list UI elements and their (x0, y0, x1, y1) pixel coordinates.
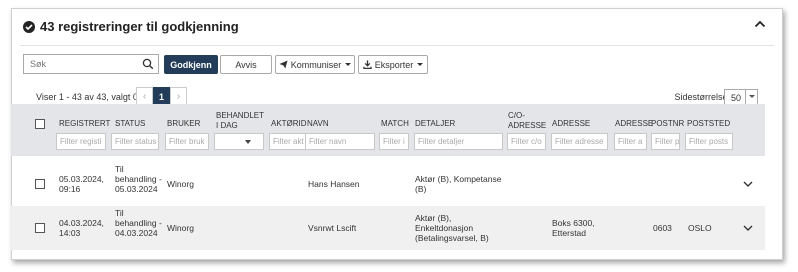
row-checkbox[interactable] (35, 179, 45, 189)
page-size-select[interactable]: 50 (724, 89, 758, 105)
col-co-adresse[interactable]: C/O-ADRESSE (508, 111, 546, 131)
cell-adresse: Boks 6300, Etterstad (552, 218, 595, 238)
col-aktorid[interactable]: AKTØRID (271, 119, 307, 129)
col-registrert[interactable]: REGISTRERT ↓ (59, 119, 119, 129)
filter-detaljer[interactable]: Filter detaljer (414, 133, 503, 150)
caret-down-icon (749, 95, 755, 98)
filter-aktorid[interactable]: Filter akt (269, 133, 309, 150)
search-box[interactable] (23, 54, 159, 74)
chevron-down-icon[interactable] (743, 224, 753, 232)
cell-navn: Hans Hansen (308, 179, 360, 189)
filter-status[interactable]: Filter status (111, 133, 159, 150)
cell-poststed: OSLO (688, 223, 712, 233)
dropdown-toggle[interactable] (745, 90, 757, 104)
col-navn[interactable]: NAVN (307, 119, 329, 129)
filter-co-adresse[interactable]: Filter c/o (507, 133, 546, 150)
caret-down-icon (417, 63, 424, 66)
cell-status: Til behandling - 05.03.2024 (115, 164, 162, 194)
col-status[interactable]: STATUS (115, 119, 145, 129)
check-circle-icon (23, 21, 35, 33)
filter-adresse[interactable]: Filter adresse (551, 133, 608, 150)
cell-navn: Vsnrwt Lscift (308, 223, 357, 233)
col-bruker[interactable]: BRUKER (167, 119, 200, 129)
paper-plane-icon (279, 60, 288, 69)
panel-title: 43 registreringer til godkjenning (40, 19, 239, 34)
filter-navn[interactable]: Filter navn (305, 133, 375, 150)
filter-registrert[interactable]: Filter registi (56, 133, 106, 150)
col-adresse-2[interactable]: ADRESSE (615, 119, 653, 129)
cell-postnr: 0603 (653, 223, 672, 233)
communicate-button[interactable]: Kommuniser (275, 55, 355, 74)
page-size-label: Sidestørrelse: (674, 92, 730, 102)
cell-registrert: 04.03.2024, 14:03 (59, 218, 104, 238)
col-postnr[interactable]: POSTNR (651, 119, 684, 129)
chevron-down-icon[interactable] (743, 180, 753, 188)
caret-down-icon (245, 140, 251, 144)
filter-poststed[interactable]: Filter posts (685, 133, 733, 150)
table-header: REGISTRERT ↓ STATUS BRUKER BEHANDLET I D… (11, 104, 765, 156)
cell-status: Til behandling - 04.03.2024 (115, 208, 162, 238)
toolbar: Godkjenn Avvis Kommuniser Eksporter (12, 54, 782, 76)
col-detaljer[interactable]: DETALJER (415, 119, 455, 129)
filter-bruker[interactable]: Filter bruk (165, 133, 209, 150)
cell-detaljer: Aktør (B), Kompetanse (B) (415, 174, 502, 194)
approve-button[interactable]: Godkjenn (164, 55, 218, 74)
col-behandlet[interactable]: BEHANDLET I DAG (216, 111, 264, 131)
page-size-value: 50 (731, 93, 742, 103)
col-registrert-label: REGISTRERT (59, 119, 111, 128)
filter-behandlet-select[interactable] (214, 133, 264, 150)
search-input[interactable] (24, 55, 134, 73)
pager-info: Viser 1 - 43 av 43, valgt 0 (36, 92, 138, 102)
col-match[interactable]: MATCH (381, 119, 409, 129)
header-divider (20, 45, 774, 46)
table-row[interactable]: 04.03.2024, 14:03 Til behandling - 04.03… (11, 206, 765, 250)
filter-adresse-2[interactable]: Filter a (614, 133, 647, 150)
caret-down-icon (345, 63, 352, 66)
col-adresse[interactable]: ADRESSE (552, 119, 590, 129)
approve-label: Godkjenn (170, 59, 212, 70)
cell-detaljer: Aktør (B), Enkeltdonasjon (Betalingsvars… (415, 213, 489, 243)
cell-bruker: Winorg (167, 223, 194, 233)
table-row[interactable]: 05.03.2024, 09:16 Til behandling - 05.03… (11, 162, 765, 206)
select-all-checkbox[interactable] (35, 119, 45, 129)
download-icon (363, 60, 372, 69)
reject-button[interactable]: Avvis (220, 55, 272, 74)
chevron-up-icon[interactable] (754, 19, 766, 29)
filter-match[interactable]: Filter i (379, 133, 409, 150)
cell-bruker: Winorg (167, 179, 194, 189)
communicate-label: Kommuniser (290, 59, 342, 70)
col-poststed[interactable]: POSTSTED (687, 119, 730, 129)
cell-registrert: 05.03.2024, 09:16 (59, 174, 104, 194)
reject-label: Avvis (235, 59, 257, 70)
export-button[interactable]: Eksporter (358, 55, 428, 74)
export-label: Eksporter (374, 59, 414, 70)
filter-postnr[interactable]: Filter p (651, 133, 680, 150)
panel-header[interactable]: 43 registreringer til godkjenning (12, 9, 782, 45)
row-checkbox[interactable] (35, 223, 45, 233)
search-icon[interactable] (142, 58, 154, 70)
